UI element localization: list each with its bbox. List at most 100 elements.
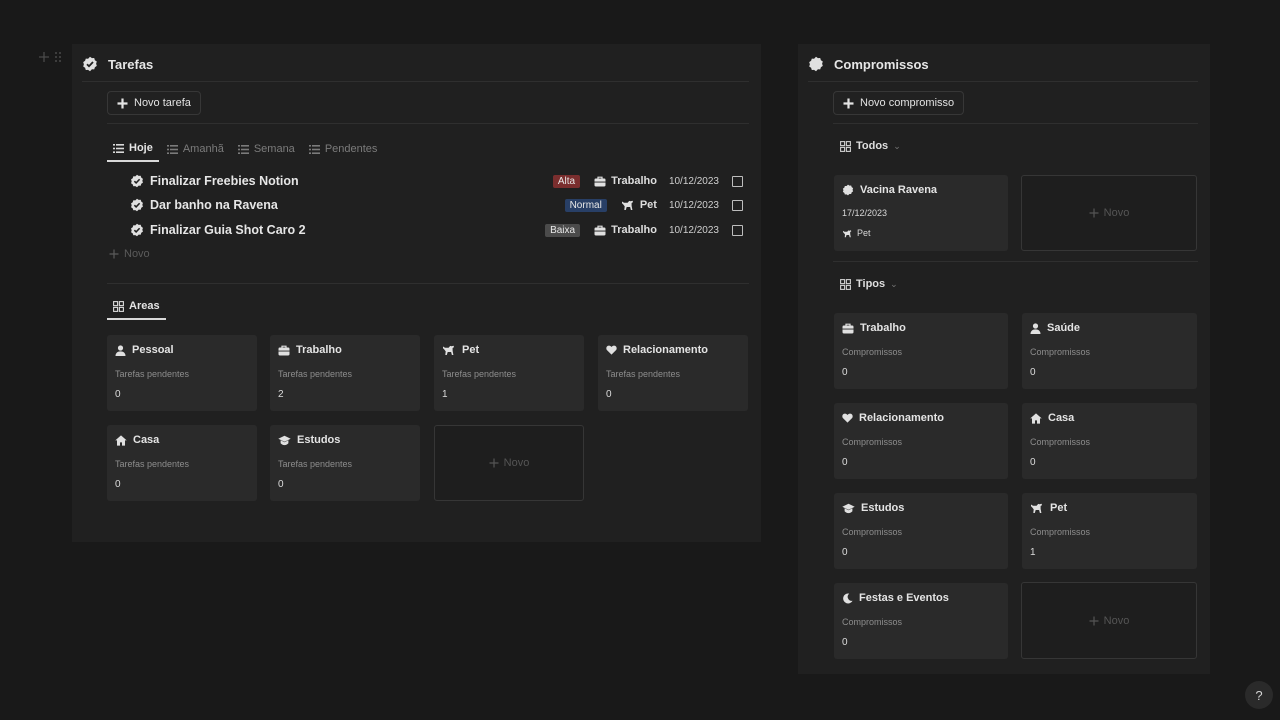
new-tipo-card[interactable]: Novo	[1021, 582, 1197, 659]
card-title: Saúde	[1047, 322, 1081, 334]
priority-badge: Baixa	[545, 223, 581, 237]
tarefas-panel: Tarefas Novo tarefa Hoje Amanhã Semana P…	[72, 44, 761, 542]
view-todos[interactable]: Todos ⌄	[840, 140, 901, 152]
tab-areas[interactable]: Areas	[107, 294, 166, 320]
tipo-card-festas[interactable]: Festas e Eventos Compromissos 0	[834, 583, 1008, 659]
area-tag[interactable]: Pet	[621, 199, 657, 211]
card-subtitle: Tarefas pendentes	[115, 459, 190, 469]
event-card[interactable]: Vacina Ravena 17/12/2023 Pet	[834, 175, 1008, 251]
tab-semana[interactable]: Semana	[232, 136, 301, 162]
areas-tabs: Areas	[107, 294, 168, 320]
tipo-card-estudos[interactable]: Estudos Compromissos 0	[834, 493, 1008, 569]
help-button[interactable]: ?	[1245, 681, 1273, 709]
card-subtitle: Compromissos	[1030, 347, 1091, 357]
block-handles[interactable]	[38, 50, 62, 68]
card-count: 1	[442, 389, 448, 400]
plus-icon	[117, 98, 128, 109]
briefcase-icon	[278, 345, 290, 356]
dog-icon	[621, 199, 635, 211]
area-tag-label: Pet	[639, 199, 657, 211]
tab-amanha[interactable]: Amanhã	[161, 136, 230, 162]
event-area-label: Pet	[857, 228, 871, 238]
tab-semana-label: Semana	[253, 143, 295, 155]
tipo-card-pet[interactable]: Pet Compromissos 1	[1022, 493, 1197, 569]
task-row[interactable]: Finalizar Guia Shot Caro 2 Baixa Trabalh…	[130, 219, 743, 241]
new-appointment-button[interactable]: Novo compromisso	[833, 91, 965, 115]
area-card-pet[interactable]: Pet Tarefas pendentes 1	[434, 335, 584, 411]
drag-handle-icon[interactable]	[54, 50, 62, 68]
badge-icon	[808, 56, 824, 72]
briefcase-icon	[594, 176, 606, 187]
tab-pendentes-label: Pendentes	[324, 143, 378, 155]
briefcase-icon	[594, 225, 606, 236]
area-card-relacionamento[interactable]: Relacionamento Tarefas pendentes 0	[598, 335, 748, 411]
task-checkbox[interactable]	[732, 175, 743, 187]
list-icon	[237, 144, 249, 154]
card-count: 0	[115, 479, 121, 490]
task-title[interactable]: Dar banho na Ravena	[150, 198, 278, 212]
card-title: Casa	[1048, 412, 1075, 424]
priority-badge: Alta	[552, 174, 581, 188]
add-task-row[interactable]: Novo	[109, 248, 150, 260]
new-area-label: Novo	[503, 457, 530, 469]
heart-icon	[842, 413, 853, 423]
list-icon	[113, 143, 124, 153]
event-date: 17/12/2023	[842, 208, 888, 218]
tipo-card-trabalho[interactable]: Trabalho Compromissos 0	[834, 313, 1008, 389]
card-title: Pet	[462, 344, 480, 356]
tab-amanha-label: Amanhã	[182, 143, 224, 155]
task-title[interactable]: Finalizar Freebies Notion	[150, 174, 299, 188]
tipo-card-saude[interactable]: Saúde Compromissos 0	[1022, 313, 1197, 389]
task-date: 10/12/2023	[668, 224, 719, 236]
new-tipo-label: Novo	[1103, 614, 1130, 627]
tipo-card-casa[interactable]: Casa Compromissos 0	[1022, 403, 1197, 479]
card-subtitle: Compromissos	[842, 437, 903, 447]
card-count: 0	[842, 457, 848, 468]
view-tipos-label: Tipos	[856, 278, 886, 290]
view-tipos[interactable]: Tipos ⌄	[840, 278, 898, 290]
house-icon	[115, 434, 127, 446]
card-count: 0	[606, 389, 612, 400]
tab-pendentes[interactable]: Pendentes	[303, 136, 384, 162]
new-area-card[interactable]: Novo	[434, 425, 584, 501]
task-row[interactable]: Dar banho na Ravena Normal Pet 10/12/202…	[130, 194, 743, 216]
new-event-label: Novo	[1103, 207, 1130, 219]
badge-icon	[842, 184, 854, 196]
plus-icon	[843, 98, 854, 109]
plus-icon[interactable]	[38, 50, 50, 68]
task-checkbox[interactable]	[732, 224, 743, 236]
card-subtitle: Compromissos	[842, 527, 903, 537]
dog-icon	[442, 344, 456, 356]
task-row[interactable]: Finalizar Freebies Notion Alta Trabalho …	[130, 170, 743, 192]
compromissos-panel: Compromissos Novo compromisso Todos ⌄ Va…	[798, 44, 1210, 674]
moon-icon	[842, 592, 853, 604]
compromissos-header: Compromissos	[808, 56, 929, 72]
card-subtitle: Tarefas pendentes	[278, 369, 353, 379]
card-title: Relacionamento	[859, 412, 944, 424]
badge-check-icon	[130, 174, 144, 188]
area-card-estudos[interactable]: Estudos Tarefas pendentes 0	[270, 425, 420, 501]
new-event-card[interactable]: Novo	[1021, 175, 1197, 251]
house-icon	[1030, 412, 1042, 424]
divider	[833, 123, 1198, 124]
card-subtitle: Tarefas pendentes	[115, 369, 190, 379]
person-icon	[1030, 322, 1041, 334]
task-view-tabs: Hoje Amanhã Semana Pendentes	[107, 136, 385, 162]
area-card-pessoal[interactable]: Pessoal Tarefas pendentes 0	[107, 335, 257, 411]
area-card-trabalho[interactable]: Trabalho Tarefas pendentes 2	[270, 335, 420, 411]
new-appointment-label: Novo compromisso	[860, 97, 955, 109]
area-tag[interactable]: Trabalho	[594, 175, 657, 187]
compromissos-title: Compromissos	[834, 56, 929, 72]
tipo-card-relacionamento[interactable]: Relacionamento Compromissos 0	[834, 403, 1008, 479]
tab-hoje[interactable]: Hoje	[107, 136, 159, 162]
event-area: Pet	[842, 228, 871, 238]
area-tag[interactable]: Trabalho	[594, 224, 657, 236]
card-title: Relacionamento	[623, 344, 708, 356]
dog-icon	[842, 229, 853, 238]
card-title: Trabalho	[860, 322, 906, 334]
task-title[interactable]: Finalizar Guia Shot Caro 2	[150, 223, 306, 237]
task-checkbox[interactable]	[732, 199, 743, 211]
card-count: 1	[1030, 547, 1036, 558]
area-card-casa[interactable]: Casa Tarefas pendentes 0	[107, 425, 257, 501]
new-task-button[interactable]: Novo tarefa	[107, 91, 201, 115]
